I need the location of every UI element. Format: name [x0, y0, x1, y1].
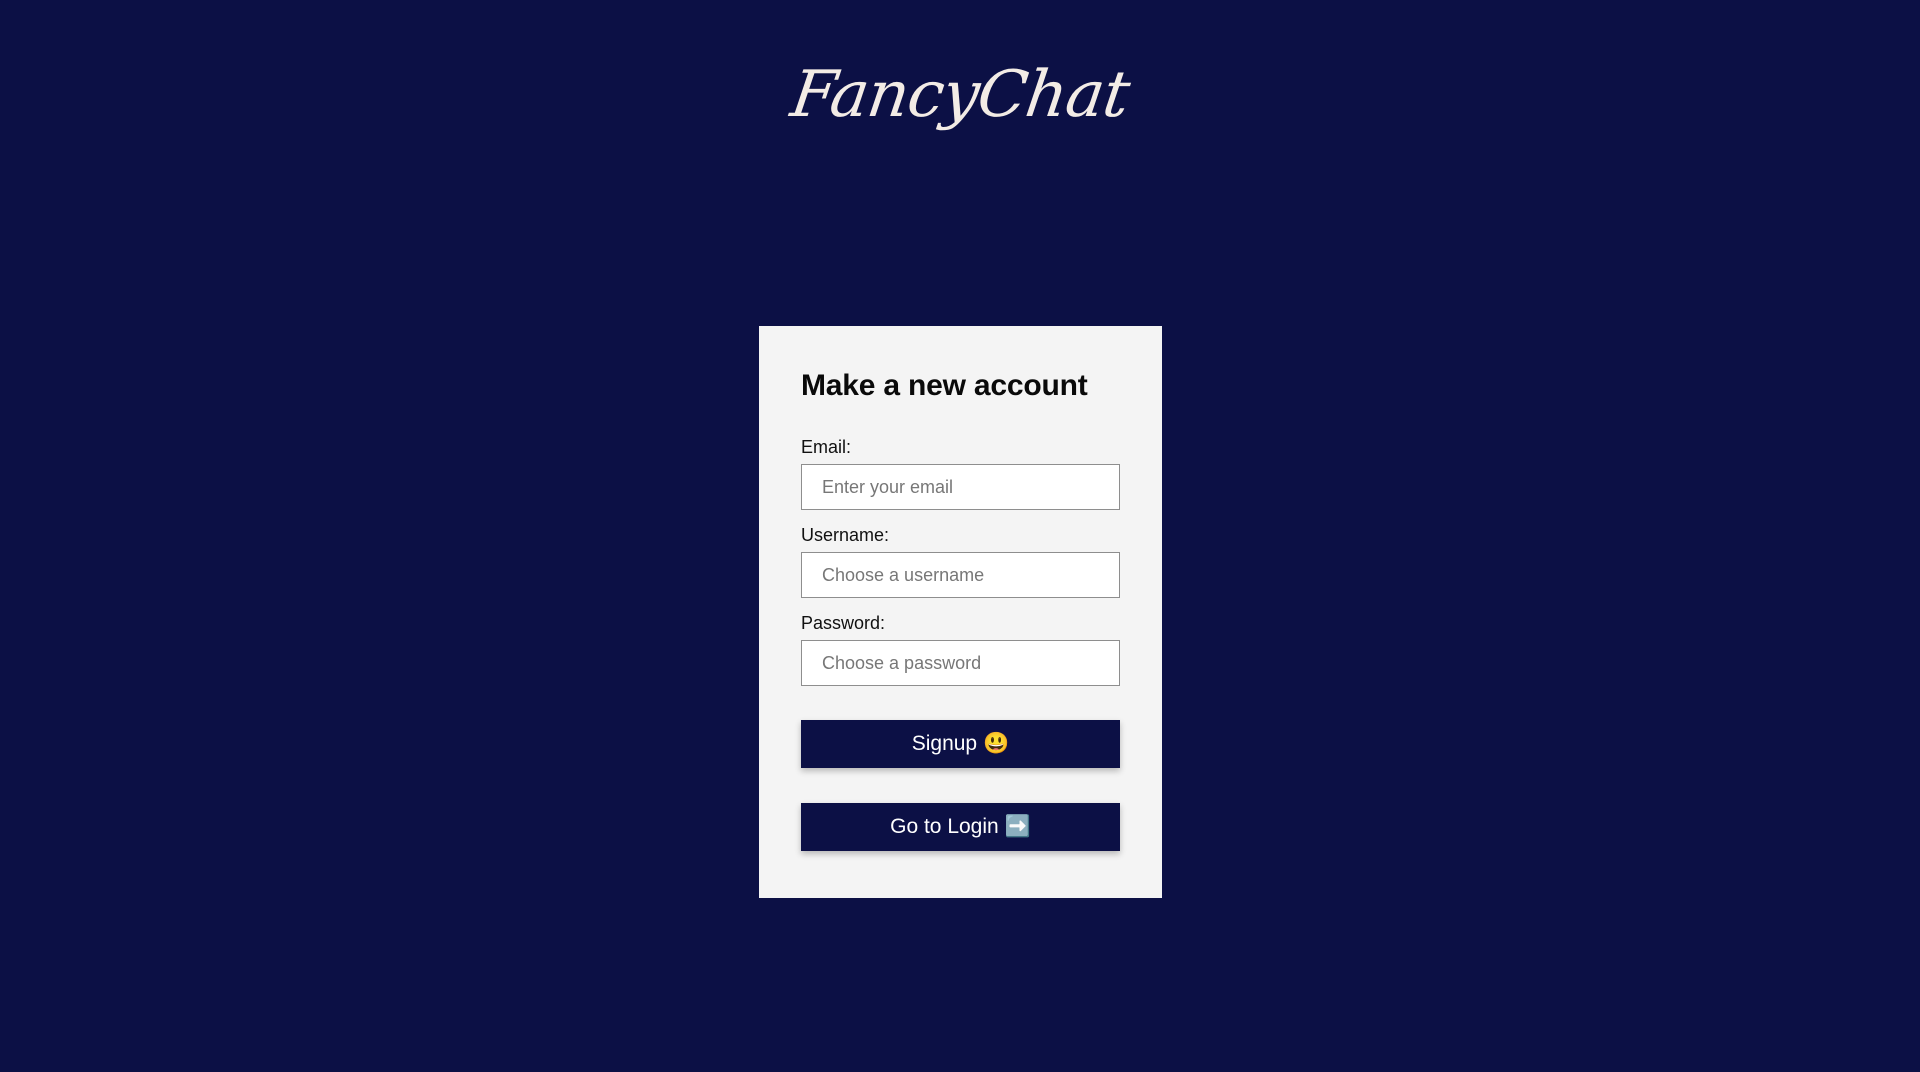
login-button-label: Go to Login	[890, 815, 999, 838]
email-field[interactable]	[801, 464, 1120, 510]
arrow-right-icon: ➡️	[1004, 815, 1031, 838]
password-label: Password:	[801, 613, 886, 633]
username-field[interactable]	[801, 552, 1120, 598]
username-label: Username:	[801, 525, 890, 545]
password-field[interactable]	[801, 640, 1120, 686]
smiley-icon: 😃	[983, 732, 1010, 755]
signup-button-label: Signup	[911, 732, 978, 755]
go-to-login-button[interactable]: Go to Login ➡️	[801, 803, 1120, 851]
signup-button[interactable]: Signup 😃	[801, 720, 1120, 768]
email-label: Email:	[801, 437, 852, 457]
app-logo: FancyChat	[786, 58, 1134, 132]
page-title: Make a new account	[801, 369, 1088, 402]
signup-card: Make a new account Email: Username: Pass…	[759, 326, 1162, 898]
